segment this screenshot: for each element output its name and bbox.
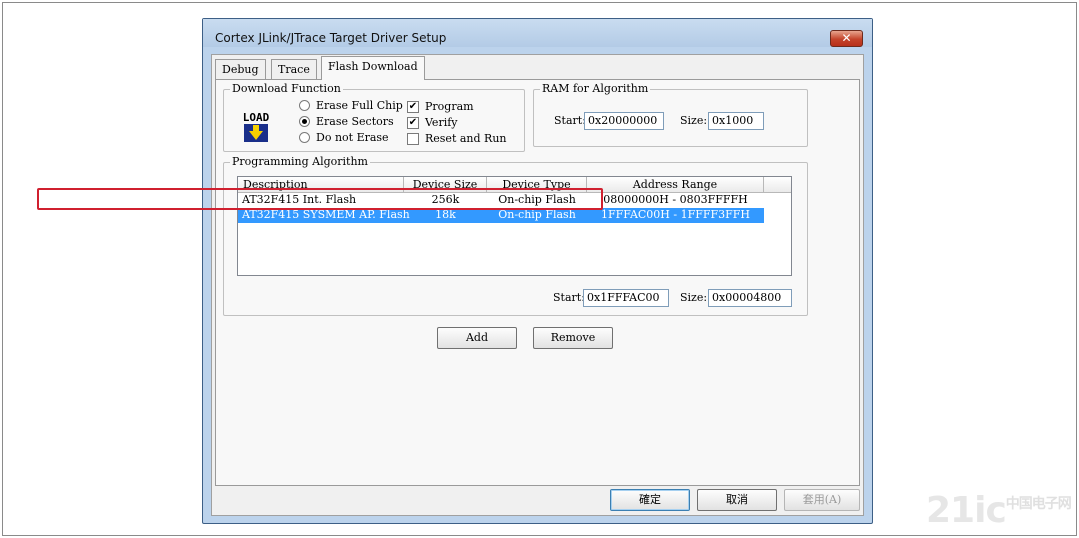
apply-button: 套用(A) xyxy=(784,489,860,511)
table-row-selected[interactable]: AT32F415 SYSMEM AP. Flash 18k On-chip Fl… xyxy=(238,208,764,223)
algo-size-label: Size: xyxy=(680,291,708,304)
programming-algorithm-group: Programming Algorithm Description Device… xyxy=(223,155,808,316)
ram-size-input[interactable]: 0x1000 xyxy=(708,112,764,130)
cancel-button[interactable]: 取消 xyxy=(697,489,777,511)
download-function-group: Download Function LOAD Erase Full Chip E… xyxy=(223,82,525,152)
row-type: On-chip Flash xyxy=(498,208,576,221)
tab-trace-label: Trace xyxy=(278,63,310,76)
row-size: 256k xyxy=(431,193,460,206)
row-description: AT32F415 Int. Flash xyxy=(242,193,357,206)
check-reset-and-run-label: Reset and Run xyxy=(425,132,507,145)
radio-do-not-erase-label: Do not Erase xyxy=(316,131,389,144)
ok-button[interactable]: 確定 xyxy=(610,489,690,511)
tab-debug-label: Debug xyxy=(222,63,259,76)
table-row[interactable]: AT32F415 Int. Flash 256k On-chip Flash 0… xyxy=(238,193,791,208)
watermark-logo: 21ic中国电子网 xyxy=(926,490,1072,531)
check-verify-label: Verify xyxy=(425,116,458,129)
check-reset-and-run[interactable]: Reset and Run xyxy=(407,132,507,145)
column-address-range[interactable]: Address Range xyxy=(587,177,764,193)
check-program[interactable]: ✔ Program xyxy=(407,100,474,113)
algo-start-input[interactable]: 0x1FFFAC00 xyxy=(583,289,669,307)
close-icon: ✕ xyxy=(841,31,852,45)
row-type: On-chip Flash xyxy=(498,193,576,206)
radio-erase-full-chip-indicator[interactable] xyxy=(299,100,310,111)
ram-algorithm-group: RAM for Algorithm Start: 0x20000000 Size… xyxy=(533,82,808,147)
tab-trace[interactable]: Trace xyxy=(271,59,317,79)
tab-flash-download[interactable]: Flash Download xyxy=(321,56,425,80)
radio-erase-sectors[interactable]: Erase Sectors xyxy=(299,115,394,128)
tab-debug[interactable]: Debug xyxy=(215,59,266,79)
check-verify-box[interactable]: ✔ xyxy=(407,116,419,129)
algo-size-input[interactable]: 0x00004800 xyxy=(708,289,792,307)
watermark-text: 21ic xyxy=(926,490,1007,531)
row-description: AT32F415 SYSMEM AP. Flash xyxy=(242,208,410,221)
dialog-client: Debug Trace Flash Download Download Func… xyxy=(211,54,864,516)
close-button[interactable]: ✕ xyxy=(830,30,863,47)
column-device-size[interactable]: Device Size xyxy=(404,177,487,193)
programming-algorithm-legend: Programming Algorithm xyxy=(230,155,370,168)
watermark-subtext: 中国电子网 xyxy=(1005,496,1072,512)
radio-do-not-erase-indicator[interactable] xyxy=(299,132,310,143)
radio-erase-sectors-indicator[interactable] xyxy=(299,116,310,127)
download-function-legend: Download Function xyxy=(230,82,343,95)
window-title: Cortex JLink/JTrace Target Driver Setup xyxy=(215,31,447,45)
add-button[interactable]: Add xyxy=(437,327,517,349)
column-filler xyxy=(764,177,791,193)
ram-size-label: Size: xyxy=(680,114,708,127)
algorithm-list[interactable]: Description Device Size Device Type Addr… xyxy=(237,176,792,276)
dialog-window: Cortex JLink/JTrace Target Driver Setup … xyxy=(202,18,873,524)
algo-start-label: Start: xyxy=(553,291,585,304)
check-verify[interactable]: ✔ Verify xyxy=(407,116,458,129)
radio-erase-sectors-label: Erase Sectors xyxy=(316,115,394,128)
row-range: 1FFFAC00H - 1FFFF3FFH xyxy=(601,208,750,221)
radio-erase-full-chip-label: Erase Full Chip xyxy=(316,99,403,112)
radio-erase-full-chip[interactable]: Erase Full Chip xyxy=(299,99,403,112)
row-size: 18k xyxy=(435,208,456,221)
flash-download-panel: Download Function LOAD Erase Full Chip E… xyxy=(215,79,860,486)
column-device-type[interactable]: Device Type xyxy=(487,177,587,193)
remove-button[interactable]: Remove xyxy=(533,327,613,349)
row-range: 08000000H - 0803FFFFH xyxy=(603,193,748,206)
ram-start-label: Start: xyxy=(554,114,586,127)
tab-flash-download-label: Flash Download xyxy=(328,60,418,73)
ram-start-input[interactable]: 0x20000000 xyxy=(584,112,664,130)
check-program-box[interactable]: ✔ xyxy=(407,100,419,113)
column-description[interactable]: Description xyxy=(238,177,404,193)
load-icon: LOAD xyxy=(238,110,274,146)
title-bar[interactable]: Cortex JLink/JTrace Target Driver Setup … xyxy=(203,19,872,47)
check-program-label: Program xyxy=(425,100,474,113)
ram-algorithm-legend: RAM for Algorithm xyxy=(540,82,651,95)
load-icon-text: LOAD xyxy=(243,111,270,124)
radio-do-not-erase[interactable]: Do not Erase xyxy=(299,131,389,144)
check-reset-and-run-box[interactable] xyxy=(407,132,419,145)
